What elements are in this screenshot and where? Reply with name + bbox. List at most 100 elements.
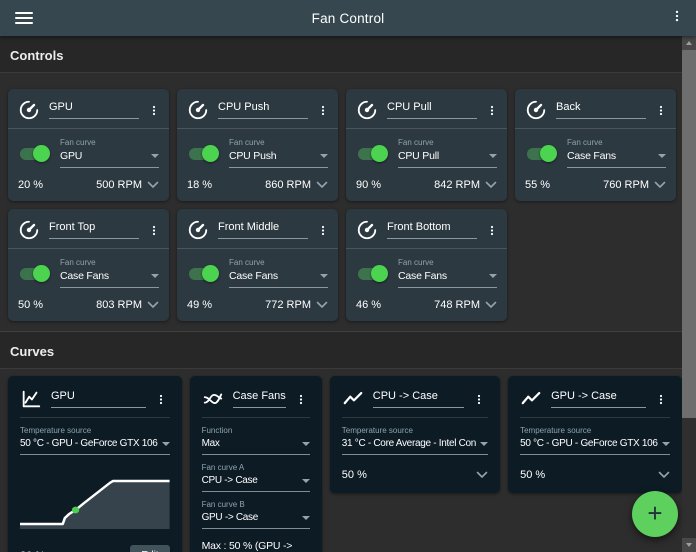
field-value[interactable]: 31 °C - Core Average - Intel Con <box>342 438 476 449</box>
curve-field-dropdown[interactable]: Temperature source 50 °C - GPU - GeForce… <box>520 426 670 455</box>
field-value[interactable]: 50 °C - GPU - GeForce GTX 106 <box>520 438 658 449</box>
fan-enable-toggle[interactable] <box>358 145 388 162</box>
dropdown-caret-icon[interactable] <box>489 154 497 158</box>
dropdown-caret-icon[interactable] <box>301 441 310 446</box>
fan-name-field[interactable]: Front Top <box>49 221 139 239</box>
dropdown-caret-icon[interactable] <box>301 478 310 483</box>
fan-curve-dropdown[interactable]: Fan curve CPU Push <box>229 138 328 168</box>
dropdown-caret-icon[interactable] <box>320 274 328 278</box>
chart-dot[interactable] <box>71 506 80 514</box>
fan-name-field[interactable]: Front Bottom <box>387 221 477 239</box>
chevron-down-icon[interactable] <box>658 471 670 479</box>
fan-curve-dropdown[interactable]: Fan curve Case Fans <box>229 258 328 288</box>
field-value[interactable]: GPU -> Case <box>202 512 298 523</box>
fan-curve-value[interactable]: CPU Pull <box>398 150 485 162</box>
curve-name-field[interactable]: Case Fans <box>232 390 286 408</box>
fan-name-field[interactable]: GPU <box>49 101 139 119</box>
scrollbar-thumb[interactable] <box>682 50 696 418</box>
curve-field-dropdown[interactable]: Function Max <box>201 426 310 455</box>
scrollbar[interactable] <box>682 36 696 552</box>
fan-enable-toggle[interactable] <box>189 145 219 162</box>
curve-field-dropdown[interactable]: Fan curve B GPU -> Case <box>201 500 310 529</box>
curve-name[interactable]: GPU <box>51 390 146 408</box>
fan-curve-value[interactable]: Case Fans <box>60 270 147 282</box>
kebab-icon[interactable] <box>483 103 501 118</box>
chevron-down-icon[interactable] <box>476 471 488 479</box>
kebab-icon[interactable] <box>152 392 170 407</box>
curve-name[interactable]: GPU -> Case <box>551 390 646 408</box>
fan-curve-dropdown[interactable]: Fan curve Case Fans <box>398 258 497 288</box>
chevron-down-icon[interactable] <box>147 301 159 309</box>
dropdown-caret-icon[interactable] <box>320 154 328 158</box>
fan-name[interactable]: CPU Pull <box>387 101 477 119</box>
fan-curve-dropdown[interactable]: Fan curve CPU Pull <box>398 138 497 168</box>
fan-name-field[interactable]: CPU Push <box>218 101 308 119</box>
chevron-down-icon[interactable] <box>316 301 328 309</box>
fan-name[interactable]: Front Bottom <box>387 221 477 239</box>
curve-name-field[interactable]: GPU <box>51 390 146 408</box>
card-footer: 90 % 842 RPM <box>346 168 507 193</box>
fan-name-field[interactable]: CPU Pull <box>387 101 477 119</box>
curve-field-dropdown[interactable]: Temperature source 50 °C - GPU - GeForce… <box>20 426 170 455</box>
edit-button[interactable]: Edit <box>130 545 170 552</box>
fan-curve-value[interactable]: Case Fans <box>398 270 485 282</box>
fan-percent: 20 % <box>18 179 44 191</box>
dropdown-caret-icon[interactable] <box>658 154 666 158</box>
chevron-down-icon[interactable] <box>654 181 666 189</box>
field-value[interactable]: Max <box>202 438 298 449</box>
kebab-icon[interactable] <box>483 223 501 238</box>
fan-name[interactable]: Front Top <box>49 221 139 239</box>
fan-curve-dropdown[interactable]: Fan curve Case Fans <box>60 258 159 288</box>
kebab-icon[interactable] <box>652 103 670 118</box>
chevron-down-icon[interactable] <box>485 301 497 309</box>
fan-enable-toggle[interactable] <box>20 145 50 162</box>
fan-curve-value[interactable]: GPU <box>60 150 147 162</box>
dropdown-caret-icon[interactable] <box>301 515 310 520</box>
kebab-icon[interactable] <box>145 223 163 238</box>
kebab-icon[interactable] <box>652 392 670 407</box>
chevron-down-icon[interactable] <box>316 181 328 189</box>
field-label: Fan curve B <box>201 500 245 509</box>
dropdown-caret-icon[interactable] <box>161 441 170 446</box>
fan-name-field[interactable]: Front Middle <box>218 221 308 239</box>
dropdown-caret-icon[interactable] <box>151 274 159 278</box>
add-button[interactable]: + <box>632 491 678 537</box>
fan-curve-value[interactable]: CPU Push <box>229 150 316 162</box>
curve-name[interactable]: Case Fans <box>232 390 286 408</box>
fan-curve-value[interactable]: Case Fans <box>567 150 654 162</box>
curve-chart[interactable] <box>20 469 170 531</box>
fan-name[interactable]: Back <box>556 101 646 119</box>
fan-enable-toggle[interactable] <box>527 145 557 162</box>
dropdown-caret-icon[interactable] <box>661 441 670 446</box>
curve-field-dropdown[interactable]: Temperature source 31 °C - Core Average … <box>341 426 489 455</box>
fan-name[interactable]: GPU <box>49 101 139 119</box>
fan-curve-value[interactable]: Case Fans <box>229 270 316 282</box>
plus-icon: + <box>647 498 663 528</box>
fan-enable-toggle[interactable] <box>20 265 50 282</box>
kebab-icon[interactable] <box>314 223 332 238</box>
chevron-down-icon[interactable] <box>147 181 159 189</box>
fan-enable-toggle[interactable] <box>358 265 388 282</box>
kebab-icon[interactable] <box>314 103 332 118</box>
dropdown-caret-icon[interactable] <box>489 274 497 278</box>
scroll-down-button[interactable] <box>682 538 696 552</box>
fan-name[interactable]: Front Middle <box>218 221 308 239</box>
dropdown-caret-icon[interactable] <box>480 441 489 446</box>
curve-field-dropdown[interactable]: Fan curve A CPU -> Case <box>201 463 310 492</box>
fan-enable-toggle[interactable] <box>189 265 219 282</box>
curve-name-field[interactable]: GPU -> Case <box>551 390 646 408</box>
dropdown-caret-icon[interactable] <box>151 154 159 158</box>
kebab-icon[interactable] <box>470 392 488 407</box>
fan-curve-dropdown[interactable]: Fan curve Case Fans <box>567 138 666 168</box>
fan-name-field[interactable]: Back <box>556 101 646 119</box>
field-value[interactable]: 50 °C - GPU - GeForce GTX 106 <box>20 438 158 449</box>
curve-name-field[interactable]: CPU -> Case <box>372 390 465 408</box>
fan-name[interactable]: CPU Push <box>218 101 308 119</box>
fan-curve-dropdown[interactable]: Fan curve GPU <box>60 138 159 168</box>
kebab-icon[interactable] <box>292 392 310 407</box>
chevron-down-icon[interactable] <box>485 181 497 189</box>
field-value[interactable]: CPU -> Case <box>202 475 298 486</box>
scroll-up-button[interactable] <box>682 36 696 50</box>
kebab-icon[interactable] <box>145 103 163 118</box>
curve-name[interactable]: CPU -> Case <box>372 390 465 408</box>
